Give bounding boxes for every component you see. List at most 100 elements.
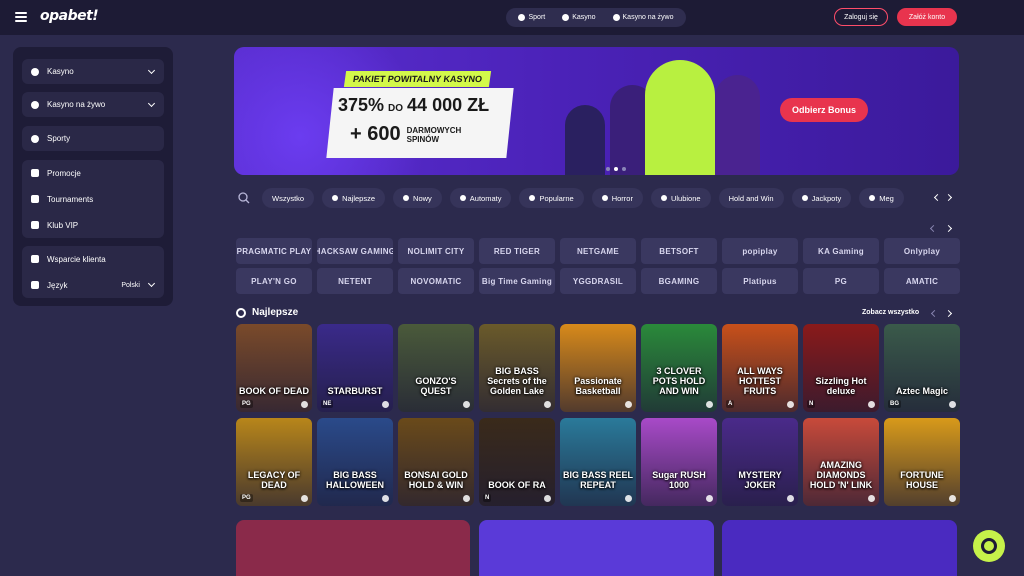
provider-logo[interactable]: Onlyplay — [884, 238, 960, 264]
info-icon[interactable] — [706, 495, 713, 502]
info-icon[interactable] — [949, 495, 956, 502]
info-icon[interactable] — [301, 401, 308, 408]
chevron-down-icon — [147, 66, 156, 75]
menu-icon[interactable] — [15, 12, 27, 22]
claim-bonus-button[interactable]: Odbierz Bonus — [780, 98, 868, 122]
game-tile[interactable]: GONZO'S QUEST — [398, 324, 474, 412]
category-tab[interactable]: Hold and Win — [718, 188, 784, 208]
carousel-dot[interactable] — [614, 167, 618, 171]
carousel-dot[interactable] — [606, 167, 610, 171]
promo-card[interactable] — [236, 520, 470, 576]
game-tile[interactable]: BOOK OF RA N — [479, 418, 555, 506]
provider-logo[interactable]: HACKSAW GAMING — [317, 238, 393, 264]
info-icon[interactable] — [625, 401, 632, 408]
game-tile[interactable]: MYSTERY JOKER — [722, 418, 798, 506]
sidebar-item-support[interactable]: Wsparcie klienta — [22, 246, 164, 272]
see-all-link[interactable]: Zobacz wszystko — [862, 309, 919, 316]
provider-logo[interactable]: Platipus — [722, 268, 798, 294]
nav-sport[interactable]: Sport — [518, 14, 545, 21]
info-icon[interactable] — [544, 495, 551, 502]
info-icon[interactable] — [544, 401, 551, 408]
chat-support-button[interactable] — [973, 530, 1005, 562]
game-tile[interactable]: Sugar RUSH 1000 — [641, 418, 717, 506]
game-tile[interactable]: Sizzling Hot deluxe N — [803, 324, 879, 412]
category-tab[interactable]: Meg — [859, 188, 904, 208]
chevron-right-icon[interactable] — [944, 224, 953, 233]
game-title: STARBURST — [327, 386, 383, 396]
sidebar-item-kasyno[interactable]: Kasyno — [22, 59, 164, 84]
provider-logo[interactable]: PRAGMATIC PLAY — [236, 238, 312, 264]
nav-live-casino[interactable]: Kasyno na żywo — [612, 14, 674, 21]
info-icon[interactable] — [787, 401, 794, 408]
category-tab[interactable]: Jackpoty — [791, 188, 852, 208]
sidebar-item-live-casino[interactable]: Kasyno na żywo — [22, 92, 164, 117]
game-tile[interactable]: Aztec Magic BG — [884, 324, 960, 412]
game-tile[interactable]: LEGACY OF DEAD PG — [236, 418, 312, 506]
provider-logo[interactable]: NOVOMATIC — [398, 268, 474, 294]
sidebar-item-vip[interactable]: Klub VIP — [22, 212, 164, 238]
chevron-right-icon[interactable] — [944, 309, 953, 318]
game-tile[interactable]: 3 CLOVER POTS HOLD AND WIN — [641, 324, 717, 412]
game-tile[interactable]: BONSAI GOLD HOLD & WIN — [398, 418, 474, 506]
provider-logo[interactable]: NETENT — [317, 268, 393, 294]
game-tile[interactable]: BIG BASS HALLOWEEN — [317, 418, 393, 506]
sidebar-item-promocje[interactable]: Promocje — [22, 160, 164, 186]
sidebar-item-sporty[interactable]: Sporty — [22, 126, 164, 151]
provider-logo[interactable]: NOLIMIT CITY — [398, 238, 474, 264]
info-icon[interactable] — [382, 401, 389, 408]
sidebar-item-tournaments[interactable]: Tournaments — [22, 186, 164, 212]
provider-logo[interactable]: KA Gaming — [803, 238, 879, 264]
promo-card[interactable] — [722, 520, 957, 576]
game-tile[interactable]: BIG BASS Secrets of the Golden Lake — [479, 324, 555, 412]
info-icon[interactable] — [706, 401, 713, 408]
info-icon[interactable] — [301, 495, 308, 502]
carousel-dot[interactable] — [622, 167, 626, 171]
info-icon[interactable] — [868, 401, 875, 408]
provider-logo[interactable]: BGAMING — [641, 268, 717, 294]
provider-logo[interactable]: PG — [803, 268, 879, 294]
game-tile[interactable]: ALL WAYS HOTTEST FRUITS A — [722, 324, 798, 412]
category-tab[interactable]: Horror — [591, 188, 643, 208]
category-tab[interactable]: Popularne — [519, 188, 584, 208]
provider-logo[interactable]: AMATIC — [884, 268, 960, 294]
sidebar-item-label: Promocje — [47, 168, 81, 178]
game-tile[interactable]: BOOK OF DEAD PG — [236, 324, 312, 412]
category-tab[interactable]: Ulubione — [650, 188, 711, 208]
sidebar-group-support: Wsparcie klienta Język Polski — [22, 246, 164, 298]
sidebar-item-label: Klub VIP — [47, 220, 79, 230]
info-icon[interactable] — [382, 495, 389, 502]
game-tile[interactable]: STARBURST NE — [317, 324, 393, 412]
game-tile[interactable]: FORTUNE HOUSE — [884, 418, 960, 506]
logo[interactable]: opabet! — [40, 8, 99, 24]
game-tile[interactable]: AMAZING DIAMONDS HOLD 'N' LINK — [803, 418, 879, 506]
nav-kasyno[interactable]: Kasyno — [562, 14, 596, 21]
info-icon[interactable] — [787, 495, 794, 502]
chevron-left-icon[interactable] — [930, 309, 939, 318]
provider-badge: N — [807, 400, 816, 408]
promo-card[interactable] — [479, 520, 714, 576]
provider-logo[interactable]: NETGAME — [560, 238, 636, 264]
chevron-left-icon[interactable] — [929, 224, 938, 233]
megaphone-icon — [31, 169, 39, 177]
sidebar-item-language[interactable]: Język Polski — [22, 272, 164, 298]
model-figure — [715, 75, 760, 175]
login-button[interactable]: Zaloguj się — [834, 8, 888, 26]
game-tile[interactable]: Passionate Basketball — [560, 324, 636, 412]
provider-logo[interactable]: PLAY'N GO — [236, 268, 312, 294]
category-tab[interactable]: Najlepsze — [322, 188, 386, 208]
provider-logo[interactable]: RED TIGER — [479, 238, 555, 264]
provider-logo[interactable]: YGGDRASIL — [560, 268, 636, 294]
category-tab[interactable]: Wszystko — [262, 188, 315, 208]
info-icon[interactable] — [949, 401, 956, 408]
info-icon[interactable] — [868, 495, 875, 502]
register-button[interactable]: Załóż konto — [897, 8, 957, 26]
provider-logo[interactable]: BETSOFT — [641, 238, 717, 264]
info-icon[interactable] — [463, 401, 470, 408]
provider-logo[interactable]: popiplay — [722, 238, 798, 264]
info-icon[interactable] — [625, 495, 632, 502]
info-icon[interactable] — [463, 495, 470, 502]
category-tab[interactable]: Automaty — [449, 188, 512, 208]
game-tile[interactable]: BIG BASS REEL REPEAT — [560, 418, 636, 506]
provider-logo[interactable]: Big Time Gaming — [479, 268, 555, 294]
category-tab[interactable]: Nowy — [393, 188, 442, 208]
